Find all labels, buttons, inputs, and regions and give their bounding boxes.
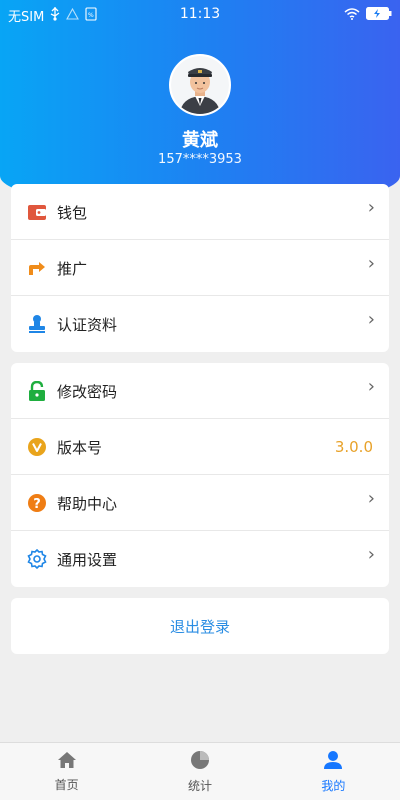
menu-item-help-center[interactable]: ? 帮助中心 › (11, 475, 389, 531)
version-value: 3.0.0 (334, 438, 373, 456)
menu-item-certification[interactable]: 认证资料 › (11, 296, 389, 352)
status-bar: 无SIM % 11:13 (0, 0, 400, 28)
menu-item-label: 版本号 (57, 439, 103, 457)
chevron-right-icon: › (367, 309, 375, 330)
chevron-right-icon: › (367, 544, 375, 565)
chevron-right-icon: › (367, 197, 375, 218)
version-icon (27, 437, 47, 457)
logout-label: 退出登录 (169, 617, 230, 636)
pie-chart-icon (190, 750, 210, 773)
menu-item-label: 帮助中心 (57, 495, 118, 513)
menu-item-label: 修改密码 (57, 383, 118, 401)
menu-item-promotion[interactable]: 推广 › (11, 240, 389, 296)
share-icon (27, 258, 47, 278)
chevron-right-icon: › (367, 253, 375, 274)
user-phone: 157****3953 (158, 152, 242, 167)
driver-avatar-icon (171, 56, 229, 114)
user-icon (323, 750, 343, 773)
wallet-icon (27, 202, 47, 222)
wifi-icon (344, 7, 360, 24)
certification-icon (27, 314, 47, 334)
tab-label: 首页 (54, 777, 79, 792)
tab-home[interactable]: 首页 (0, 743, 133, 800)
chevron-right-icon: › (367, 376, 375, 397)
clock: 11:13 (179, 6, 221, 22)
tab-statistics[interactable]: 统计 (133, 743, 266, 800)
battery-icon (366, 7, 392, 24)
menu-card-account: 钱包 › 推广 › 认证资料 › (11, 184, 389, 352)
menu-item-version[interactable]: 版本号 3.0.0 (11, 419, 389, 475)
menu-card-settings: 修改密码 › 版本号 3.0.0 ? 帮助中心 › 通用设置 › (11, 363, 389, 587)
menu-item-wallet[interactable]: 钱包 › (11, 184, 389, 240)
lock-icon (27, 380, 47, 401)
menu-item-label: 推广 (57, 260, 88, 278)
user-name: 黄斌 (182, 130, 218, 151)
menu-item-general-settings[interactable]: 通用设置 › (11, 531, 389, 587)
home-icon (57, 751, 77, 772)
help-icon: ? (27, 493, 47, 513)
svg-text:?: ? (33, 497, 41, 512)
menu-item-label: 通用设置 (57, 551, 118, 569)
menu-item-label: 钱包 (57, 204, 88, 222)
user-avatar[interactable] (169, 54, 231, 116)
tab-label: 我的 (321, 778, 346, 793)
settings-icon (27, 548, 47, 570)
tab-label: 统计 (187, 778, 212, 793)
bottom-tab-bar: 首页 统计 我的 (0, 742, 400, 800)
menu-item-label: 认证资料 (57, 316, 118, 334)
logout-button[interactable]: 退出登录 (11, 598, 389, 654)
tab-mine[interactable]: 我的 (267, 743, 400, 800)
chevron-right-icon: › (367, 488, 375, 509)
menu-item-change-password[interactable]: 修改密码 › (11, 363, 389, 419)
